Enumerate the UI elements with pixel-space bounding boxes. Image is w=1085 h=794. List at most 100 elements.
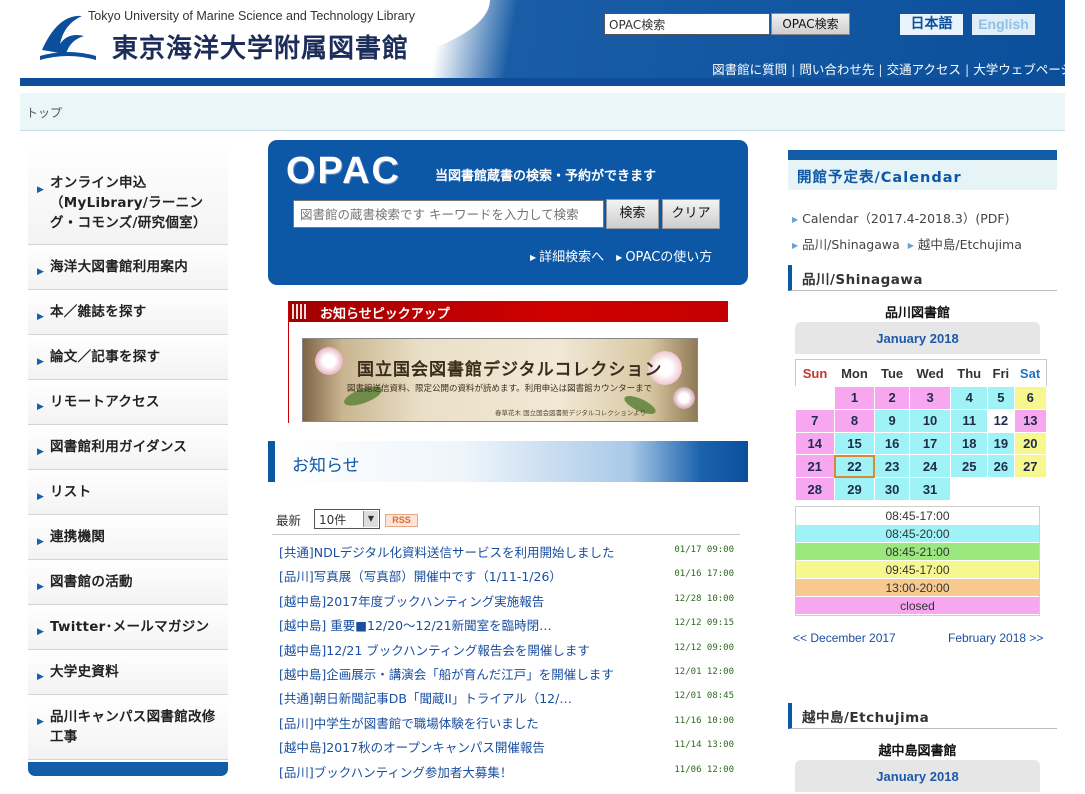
calendar-empty-cell <box>950 477 989 501</box>
logo-english-name[interactable]: Tokyo University of Marine Science and T… <box>88 9 415 23</box>
news-item-date: 12/28 10:00 <box>674 593 734 604</box>
news-count-select[interactable]: 10件 ▼ <box>314 509 380 529</box>
news-item: [品川]写真展（写真部）開催中です（1/11-1/26） 01/16 17:00 <box>279 564 739 588</box>
etchujima-link[interactable]: 越中島/Etchujima <box>918 237 1022 252</box>
nav-item-label: オンライン申込（MyLibrary/ラーニング・コモンズ/研究個室） <box>50 175 207 231</box>
opac-advanced-search-link[interactable]: 詳細検索へ <box>539 250 604 265</box>
calendar-empty-cell <box>987 477 1015 501</box>
ndl-digital-collection-banner[interactable]: 国立国会図書館デジタルコレクション 図書館送信資料、限定公開の資料が読めます。利… <box>302 338 698 422</box>
nav-item-label: Twitter･メールマガジン <box>50 619 210 635</box>
news-item: [共通]朝日新聞記事DB「聞蔵II」トライアル（12/… 12/01 08:45 <box>279 686 739 710</box>
language-japanese-button[interactable]: 日本語 <box>900 14 963 35</box>
news-item-title[interactable]: [越中島] 重要■12/20～12/21新聞室を臨時閉… <box>279 615 552 634</box>
logo-japanese-name[interactable]: 東京海洋大学附属図書館 <box>112 28 409 65</box>
nav-item-online-application[interactable]: ▶ オンライン申込（MyLibrary/ラーニング・コモンズ/研究個室） <box>28 140 228 245</box>
nav-item-find-books[interactable]: ▶ 本／雑誌を探す <box>28 290 228 335</box>
calendar-day: 29 <box>833 477 876 501</box>
calendar-day: 6 <box>1013 386 1048 410</box>
nav-item-remote-access[interactable]: ▶ リモートアクセス <box>28 380 228 425</box>
calendar-empty-cell <box>1013 477 1048 501</box>
news-item-title[interactable]: [越中島]2017年度ブックハンティング実施報告 <box>279 591 544 610</box>
news-item-title[interactable]: [共通]NDLデジタル化資料送信サービスを利用開始しました <box>279 542 614 561</box>
next-month-link[interactable]: February 2018 >> <box>948 631 1043 645</box>
header-baseline <box>20 78 1065 86</box>
pickup-title: お知らせピックアップ <box>320 307 450 322</box>
news-item-title[interactable]: [品川]中学生が図書館で職場体験を行いました <box>279 713 539 732</box>
calendar-day: 11 <box>950 408 989 433</box>
calendar-week-row: 28 29 30 31 <box>795 477 1048 501</box>
calendar-month-title: January 2018 <box>795 322 1040 354</box>
opac-clear-button[interactable]: クリア <box>662 199 720 229</box>
shinagawa-section-title: 品川/Shinagawa <box>802 272 923 288</box>
news-item-title[interactable]: [品川]写真展（写真部）開催中です（1/11-1/26） <box>279 566 562 585</box>
etchujima-library-name: 越中島図書館 <box>878 744 957 759</box>
legend-item: 09:45-17:00 <box>796 561 1039 579</box>
nav-item-label: 品川キャンパス図書館改修工事 <box>50 709 216 745</box>
nav-item-library-activities[interactable]: ▶ 図書館の活動 <box>28 560 228 605</box>
nav-item-label: 連携機関 <box>50 529 106 545</box>
nav-item-partner-institutions[interactable]: ▶ 連携機関 <box>28 515 228 560</box>
opac-howto-link[interactable]: OPACの使い方 <box>625 250 712 265</box>
news-item-title[interactable]: [越中島]2017秋のオープンキャンパス開催報告 <box>279 737 545 756</box>
calendar-day: 4 <box>950 386 989 410</box>
news-item-title[interactable]: [越中島]企画展示・講演会「船が育んだ江戸」を開催します <box>279 664 614 683</box>
news-item-date: 11/14 13:00 <box>674 740 734 751</box>
calendar-day: 30 <box>874 477 910 501</box>
nav-arrow-icon: ▶ <box>37 185 45 195</box>
triangle-right-icon: ▶ <box>792 241 799 250</box>
legend-item: 08:45-20:00 <box>796 525 1039 543</box>
nav-arrow-icon: ▶ <box>37 537 45 547</box>
calendar-heading-bar: 開館予定表/Calendar <box>788 150 1057 190</box>
news-item-date: 12/12 09:00 <box>674 642 734 653</box>
calendar-day: 21 <box>795 454 835 479</box>
nav-item-library-guide[interactable]: ▶ 海洋大図書館利用案内 <box>28 245 228 290</box>
calendar-day: 5 <box>987 386 1015 410</box>
news-item-title[interactable]: [越中島]12/21 ブックハンティング報告会を開催します <box>279 640 590 659</box>
nav-item-list[interactable]: ▶ リスト <box>28 470 228 515</box>
opac-search-panel: OPAC 当図書館蔵書の検索・予約ができます 検索 クリア ▶詳細検索へ▶OPA… <box>268 140 748 285</box>
news-list: [共通]NDLデジタル化資料送信サービスを利用開始しました 01/17 09:00… <box>279 540 739 784</box>
nav-item-shinagawa-renovation[interactable]: ▶ 品川キャンパス図書館改修工事 <box>28 695 228 760</box>
news-item-date: 11/06 12:00 <box>674 764 734 775</box>
nav-item-label: リモートアクセス <box>50 394 160 410</box>
nav-item-guidance[interactable]: ▶ 図書館利用ガイダンス <box>28 425 228 470</box>
nav-item-university-history[interactable]: ▶ 大学史資料 <box>28 650 228 695</box>
language-english-button[interactable]: English <box>972 14 1035 35</box>
calendar-day: 15 <box>833 431 876 456</box>
calendar-day: 12 <box>987 408 1015 433</box>
nav-item-find-articles[interactable]: ▶ 論文／記事を探す <box>28 335 228 380</box>
rss-icon[interactable]: RSS <box>385 514 418 527</box>
nav-item-label: 本／雑誌を探す <box>50 304 147 320</box>
shinagawa-link[interactable]: 品川/Shinagawa <box>802 237 900 252</box>
news-item-title[interactable]: [共通]朝日新聞記事DB「聞蔵II」トライアル（12/… <box>279 688 572 707</box>
ask-library-link[interactable]: 図書館に質問 <box>712 62 787 77</box>
calendar-pdf-link[interactable]: Calendar（2017.4-2018.3）(PDF) <box>802 211 1009 226</box>
opac-keyword-input[interactable] <box>293 200 604 228</box>
access-link[interactable]: 交通アクセス <box>887 62 961 77</box>
header-opac-search-button[interactable]: OPAC検索 <box>771 13 850 35</box>
banner-subtitle: 図書館送信資料、限定公開の資料が読めます。利用申込は図書館カウンターまで <box>347 384 653 394</box>
news-item-date: 01/16 17:00 <box>674 569 734 580</box>
news-item: [品川]中学生が図書館で職場体験を行いました 11/16 10:00 <box>279 711 739 735</box>
news-item-date: 01/17 09:00 <box>674 545 734 555</box>
opening-calendar: Sun Mon Tue Wed Thu Fri Sat 1 2 3 4 5 6 7 8 9 10 1… <box>795 359 1048 501</box>
university-website-link[interactable]: 大学ウェブページ <box>973 62 1073 77</box>
nav-item-twitter-mailmagazine[interactable]: ▶ Twitter･メールマガジン <box>28 605 228 650</box>
triangle-right-icon: ▶ <box>530 253 537 262</box>
previous-month-link[interactable]: << December 2017 <box>793 631 896 645</box>
weekday-fri: Fri <box>992 365 1010 381</box>
hours-legend: 08:45-17:00 08:45-20:00 08:45-21:00 09:4… <box>795 506 1040 616</box>
calendar-day: 2 <box>874 386 910 410</box>
contact-link[interactable]: 問い合わせ先 <box>799 62 874 77</box>
news-latest-label: 最新 <box>276 513 302 528</box>
news-item-date: 11/16 10:00 <box>674 715 734 726</box>
calendar-day: 28 <box>795 477 835 501</box>
news-item-title[interactable]: [品川]ブックハンティング参加者大募集！ <box>279 762 512 781</box>
legend-item: closed <box>796 597 1039 615</box>
weekday-header-row: Sun Mon Tue Wed Thu Fri Sat <box>796 360 1047 387</box>
nav-arrow-icon: ▶ <box>37 447 45 457</box>
header-opac-search-input[interactable] <box>604 13 770 35</box>
news-item-date: 12/01 08:45 <box>674 691 734 702</box>
opac-search-button[interactable]: 検索 <box>606 199 659 229</box>
nav-item-label: 海洋大図書館利用案内 <box>50 259 188 275</box>
